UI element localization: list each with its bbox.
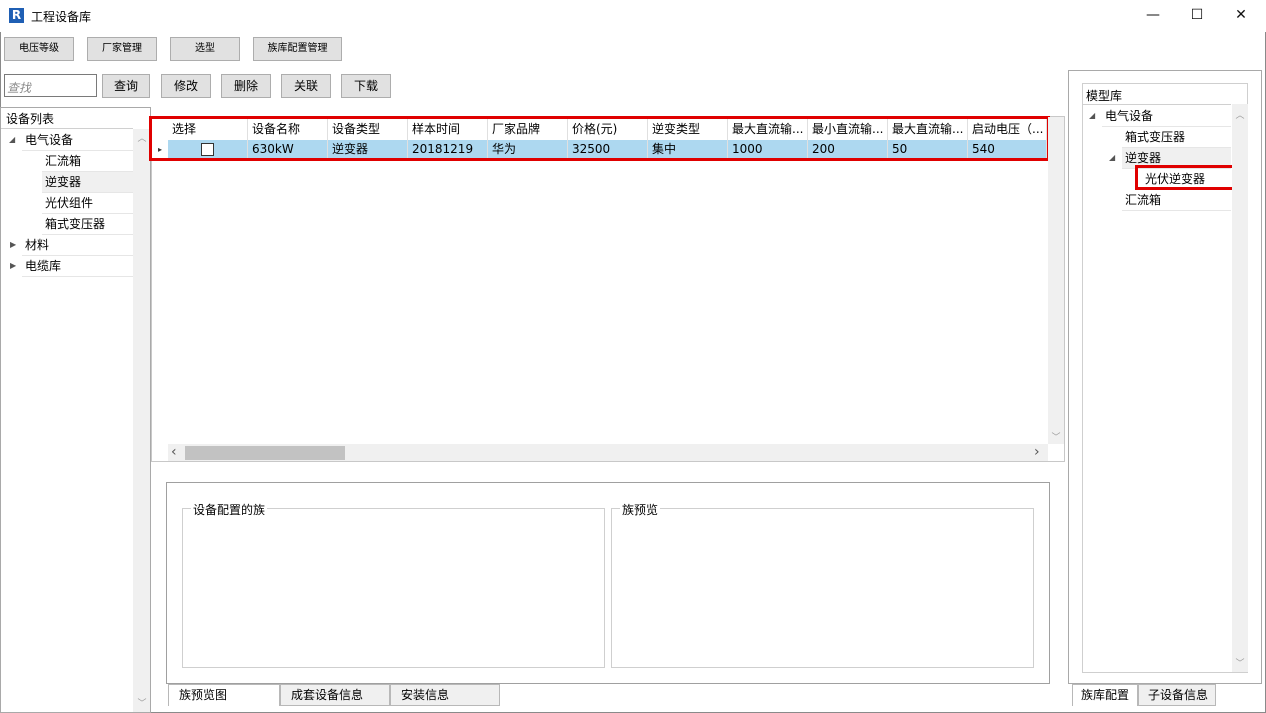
maximize-button[interactable]: ☐ <box>1174 0 1220 30</box>
grid-vertical-scrollbar[interactable] <box>1048 117 1064 444</box>
family-config-manage-button[interactable]: 族库配置管理 <box>253 37 342 61</box>
tree-item-cable-lib[interactable]: 电缆库 <box>22 256 133 277</box>
highlight-box-pv-inverter <box>1135 165 1235 190</box>
collapse-arrow-icon[interactable]: ▶ <box>10 256 16 276</box>
vendor-manage-button[interactable]: 厂家管理 <box>87 37 157 61</box>
scroll-left-icon[interactable]: ‹ <box>171 444 177 461</box>
model-tree-item-electrical[interactable]: 电气设备 <box>1102 106 1231 127</box>
tree-item-pv-module[interactable]: 光伏组件 <box>42 193 133 214</box>
family-config-groupbox <box>182 508 605 668</box>
family-preview-group-label: 族预览 <box>620 501 661 518</box>
tab-package-device-info[interactable]: 成套设备信息 <box>280 684 390 706</box>
device-list-header: 设备列表 <box>6 112 55 126</box>
expand-arrow-icon[interactable]: ◢ <box>1089 106 1095 126</box>
expand-arrow-icon[interactable]: ◢ <box>9 130 15 150</box>
device-list-scrollbar[interactable] <box>133 129 150 712</box>
tree-item-inverter[interactable]: 逆变器 <box>42 172 133 193</box>
scroll-down-icon[interactable]: ﹀ <box>1232 656 1248 669</box>
minimize-button[interactable]: — <box>1130 0 1176 30</box>
selection-button[interactable]: 选型 <box>170 37 240 61</box>
link-button[interactable]: 关联 <box>281 74 331 98</box>
device-grid <box>151 116 1065 462</box>
grid-scroll-thumb[interactable] <box>185 446 345 460</box>
tab-sub-device-info[interactable]: 子设备信息 <box>1138 684 1216 706</box>
family-config-group-label: 设备配置的族 <box>191 501 268 518</box>
collapse-arrow-icon[interactable]: ▶ <box>10 235 16 255</box>
download-button[interactable]: 下载 <box>341 74 391 98</box>
tree-item-combiner[interactable]: 汇流箱 <box>42 151 133 172</box>
close-button[interactable]: ✕ <box>1218 0 1264 30</box>
highlight-box-grid <box>149 116 1050 161</box>
tab-install-info[interactable]: 安装信息 <box>390 684 500 706</box>
scroll-down-icon[interactable]: ﹀ <box>1048 430 1064 443</box>
tree-item-box-transformer[interactable]: 箱式变压器 <box>42 214 133 235</box>
scroll-down-icon[interactable]: ﹀ <box>134 696 150 709</box>
scroll-up-icon[interactable]: ︿ <box>134 131 150 144</box>
model-tree-item-combiner[interactable]: 汇流箱 <box>1122 190 1231 211</box>
tab-family-preview-image[interactable]: 族预览图 <box>168 684 280 706</box>
divider <box>1083 104 1231 105</box>
expand-arrow-icon[interactable]: ◢ <box>1109 148 1115 168</box>
model-tree-item-box-transformer[interactable]: 箱式变压器 <box>1122 127 1231 148</box>
search-placeholder: 查找 <box>7 81 32 95</box>
modify-button[interactable]: 修改 <box>161 74 211 98</box>
delete-button[interactable]: 删除 <box>221 74 271 98</box>
revit-logo-icon: R <box>9 8 24 23</box>
tab-family-lib-config[interactable]: 族库配置 <box>1072 684 1138 706</box>
query-button[interactable]: 查询 <box>102 74 150 98</box>
scroll-up-icon[interactable]: ︿ <box>1232 108 1248 121</box>
window-title: 工程设备库 <box>31 10 92 24</box>
model-library-scrollbar[interactable] <box>1232 104 1248 672</box>
title-bar: R 工程设备库 — ☐ ✕ <box>0 0 1266 32</box>
model-library-header: 模型库 <box>1086 89 1123 103</box>
voltage-level-button[interactable]: 电压等级 <box>4 37 74 61</box>
tree-item-material[interactable]: 材料 <box>22 235 133 256</box>
scroll-right-icon[interactable]: › <box>1034 444 1040 461</box>
divider <box>1 128 133 129</box>
family-preview-groupbox <box>611 508 1034 668</box>
tree-item-electrical[interactable]: 电气设备 <box>22 130 133 151</box>
